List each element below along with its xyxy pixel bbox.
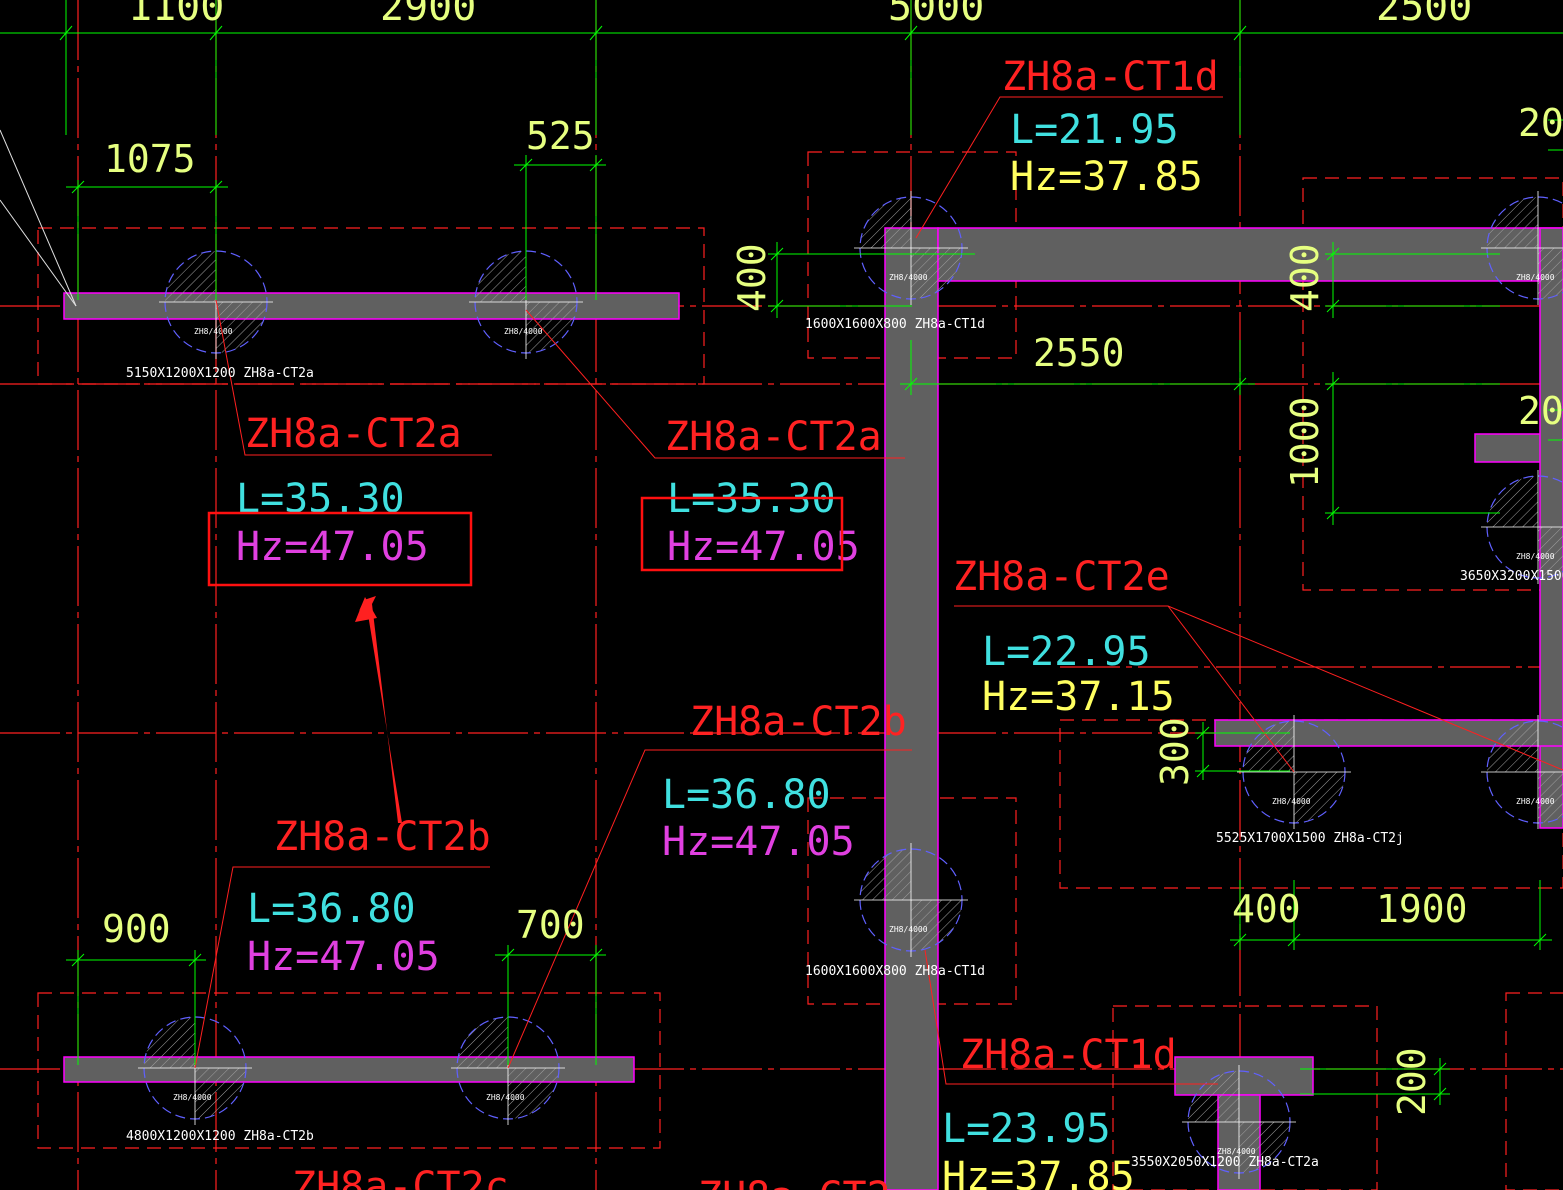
dim-200: 200	[1390, 1047, 1434, 1116]
pile-tag: ZH8a-CT1d	[1002, 54, 1219, 100]
pile-tag: ZH8a-CT2b	[690, 699, 907, 745]
top-dim-3: 5000	[888, 0, 984, 30]
dim-20-b: 20	[1518, 389, 1563, 433]
cap-label-6: 4800X1200X1200 ZH8a-CT2b	[126, 1129, 314, 1144]
pile-tag: ZH8a-CT1d	[960, 1032, 1177, 1078]
pile-hz: Hz=47.05	[667, 524, 860, 570]
pile-code: ZH8/4000	[486, 1093, 525, 1102]
pile-label-3: ZH8a-CT2a L=35.30 Hz=47.05	[665, 414, 882, 570]
partial-tag-bottom-left: ZH8a-CT2c	[292, 1164, 509, 1190]
pile-length: L=23.95	[942, 1106, 1111, 1152]
pile-hz: Hz=47.05	[236, 524, 429, 570]
dim-300: 300	[1153, 717, 1197, 786]
pile-code: ZH8/4000	[889, 925, 928, 934]
cad-drawing-canvas[interactable]: 1100 2900 5000 2500 ZH8/4000 ZH8/4000ZH8/…	[0, 0, 1563, 1190]
pile-label-1: ZH8a-CT1d L=21.95 Hz=37.85	[1002, 54, 1219, 200]
pile-label-4: ZH8a-CT2e L=22.95 Hz=37.15	[953, 554, 1175, 720]
pile-code: ZH8/4000	[1516, 273, 1555, 282]
pile-length: L=35.30	[236, 476, 405, 522]
pile-symbol: ZH8/4000	[854, 843, 968, 957]
dim-1900: 1900	[1376, 887, 1468, 931]
partial-tags: ZH8a-CT2c ZH8a-CT2	[292, 1164, 891, 1190]
callout-arrow-head	[355, 597, 377, 622]
callout-arrow	[359, 596, 402, 823]
pile-length: L=36.80	[662, 772, 831, 818]
pile-label-2: ZH8a-CT2a L=35.30 Hz=47.05	[236, 411, 462, 570]
pile-length: L=21.95	[1010, 107, 1179, 153]
dim-900: 900	[102, 907, 171, 951]
partial-tag-bottom-mid: ZH8a-CT2	[698, 1174, 891, 1190]
dim-1000: 1000	[1283, 396, 1327, 488]
pile-hz: Hz=47.05	[662, 819, 855, 865]
dim-400-right: 400	[1283, 243, 1327, 312]
pile-tag: ZH8a-CT2b	[274, 814, 491, 860]
pile-code: ZH8/4000	[1272, 797, 1311, 806]
pile-code: ZH8/4000	[1516, 552, 1555, 561]
cap-label-5: 1600X1600X800 ZH8a-CT1d	[805, 964, 985, 979]
cap-label-4: 5525X1700X1500 ZH8a-CT2j	[1216, 831, 1404, 846]
pile-hz: Hz=37.15	[982, 674, 1175, 720]
dim-525: 525	[526, 114, 595, 158]
top-dimension-chain	[0, 0, 1563, 135]
piles: ZH8/4000 ZH8/4000 ZH8/4000 ZH8/4000 ZH8/4000…	[138, 191, 1563, 1179]
cap-label-2: 1600X1600X800 ZH8a-CT1d	[805, 317, 985, 332]
pile-symbol: ZH8/4000	[1481, 191, 1563, 305]
pile-symbol: ZH8/4000	[854, 191, 968, 305]
pile-code: ZH8/4000	[889, 273, 928, 282]
dim-400-left: 400	[730, 243, 774, 312]
pile-code: ZH8/4000	[194, 327, 233, 336]
cap-label-3: 3650X3200X1500	[1460, 569, 1563, 584]
pile-length: L=22.95	[982, 629, 1151, 675]
top-dim-4: 2500	[1376, 0, 1472, 30]
pile-tag: ZH8a-CT2a	[245, 411, 462, 457]
cap-label-1: 5150X1200X1200 ZH8a-CT2a	[126, 366, 314, 381]
dim-20-a: 20	[1518, 101, 1563, 145]
dim-700: 700	[516, 903, 585, 947]
dim-400-bottom: 400	[1232, 887, 1301, 931]
top-dim-2: 2900	[380, 0, 476, 30]
pile-code: ZH8/4000	[1516, 797, 1555, 806]
pile-hz: Hz=47.05	[247, 934, 440, 980]
dim-1075: 1075	[104, 137, 196, 181]
pile-label-5: ZH8a-CT2b L=36.80 Hz=47.05	[247, 814, 491, 980]
pile-code: ZH8/4000	[173, 1093, 212, 1102]
pile-tag: ZH8a-CT2a	[665, 414, 882, 460]
pile-label-6: ZH8a-CT2b L=36.80 Hz=47.05	[662, 699, 907, 865]
pile-tag: ZH8a-CT2e	[953, 554, 1170, 600]
top-dim-1: 1100	[128, 0, 224, 30]
top-dimension-texts: 1100 2900 5000 2500	[128, 0, 1472, 30]
cap-label-7: 3550X2050X1200 ZH8a-CT2a	[1131, 1155, 1319, 1170]
dim-2550: 2550	[1033, 331, 1125, 375]
pile-hz: Hz=37.85	[942, 1154, 1135, 1190]
pile-code: ZH8/4000	[504, 327, 543, 336]
pile-length: L=36.80	[247, 886, 416, 932]
pile-hz: Hz=37.85	[1010, 154, 1203, 200]
